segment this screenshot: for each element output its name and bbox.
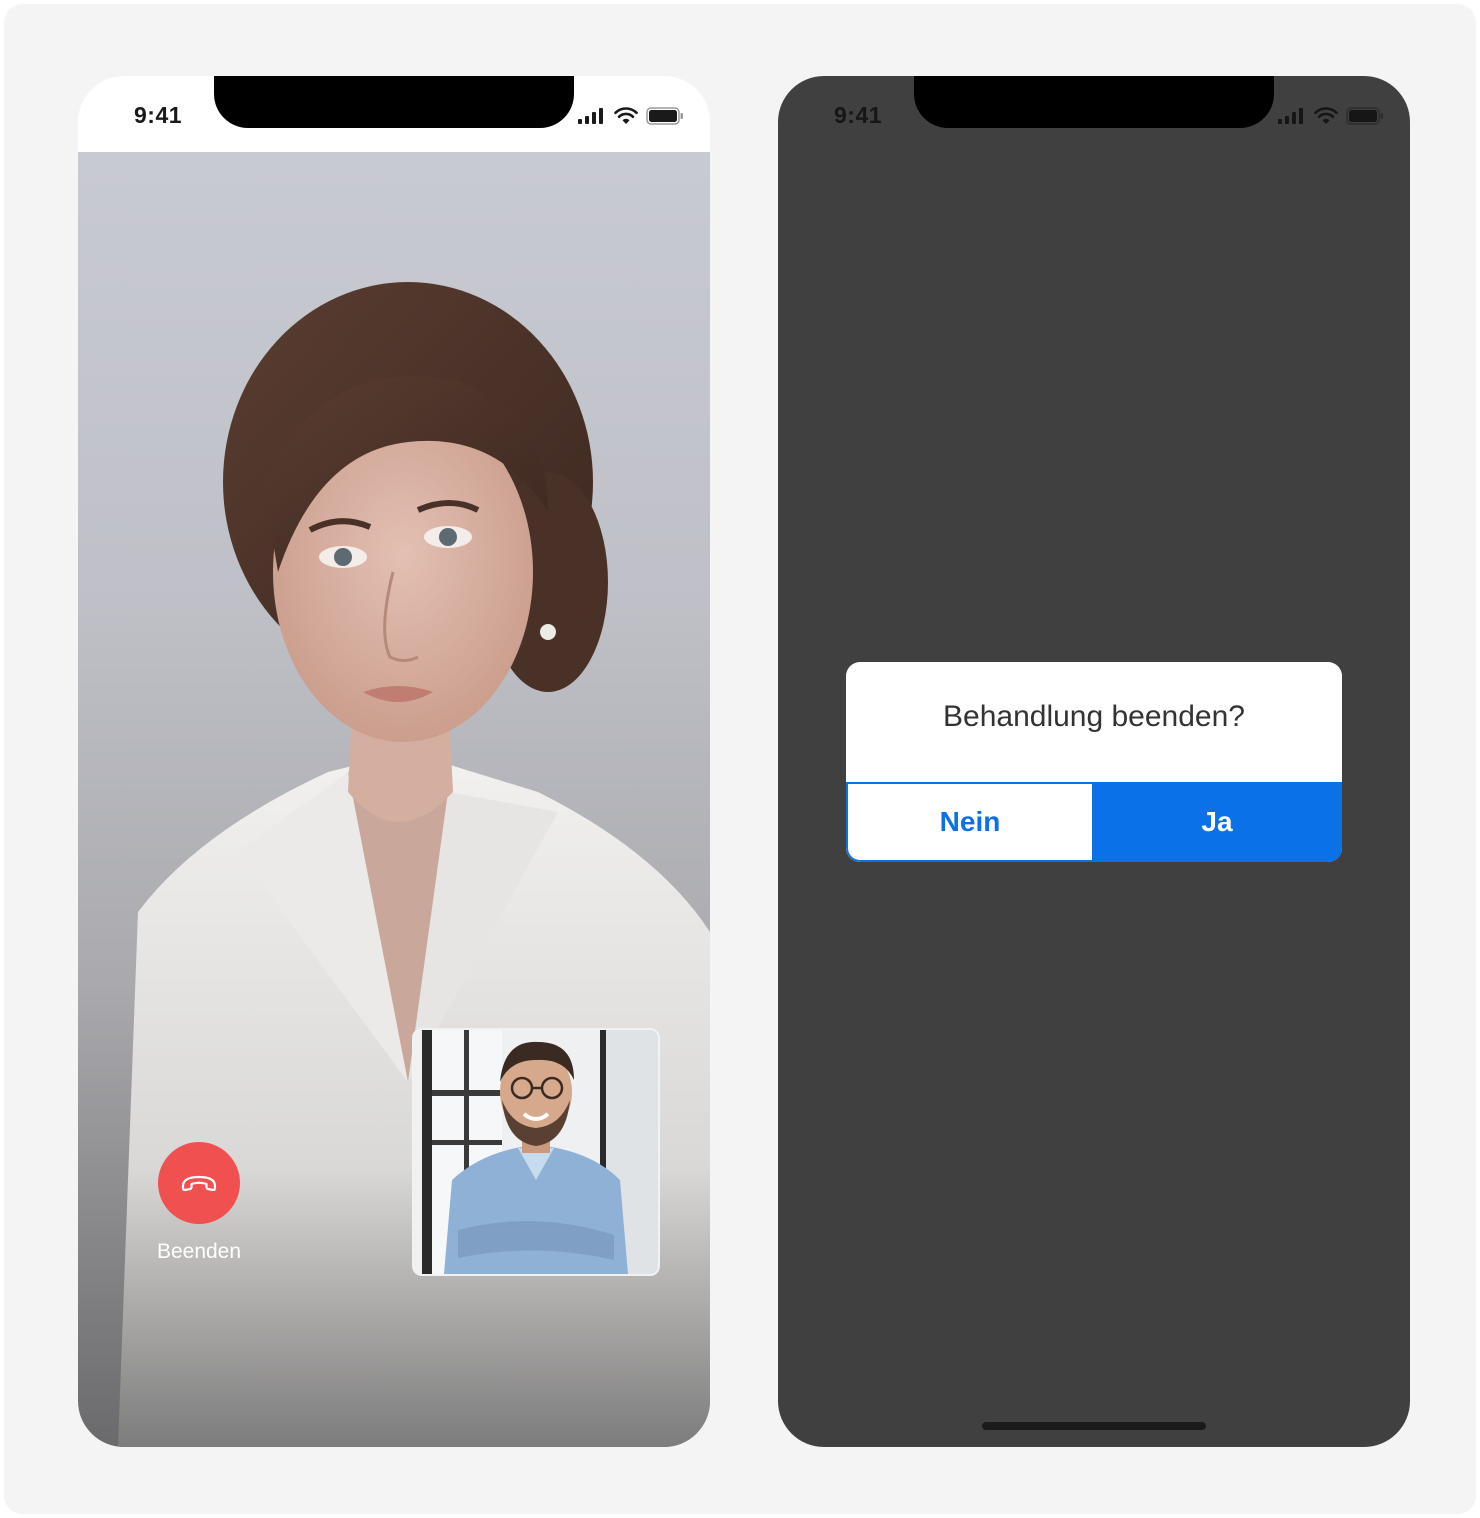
device-notch [914, 76, 1274, 128]
status-time: 9:41 [134, 102, 183, 128]
no-button[interactable]: Nein [846, 784, 1092, 862]
end-call-button[interactable] [158, 1142, 240, 1224]
home-indicator[interactable] [982, 1422, 1206, 1430]
phone-end-confirmation: 9:41 Behandlung beenden? Nein Ja [778, 76, 1410, 1447]
status-icons [578, 106, 684, 126]
dialog-title: Behandlung beenden? [943, 700, 1245, 733]
cellular-signal-icon [578, 108, 603, 124]
phone-video-call: 9:41 Beenden [78, 76, 710, 1447]
presentation-canvas: 9:41 Beenden 9:41 Behandlung beenden? Ne… [4, 4, 1476, 1514]
device-notch [214, 76, 574, 128]
cellular-signal-icon [1278, 108, 1303, 124]
battery-icon [646, 107, 683, 125]
wifi-icon [1314, 107, 1338, 124]
local-participant-portrait [414, 1030, 658, 1274]
yes-button[interactable]: Ja [1092, 782, 1342, 862]
status-time: 9:41 [834, 102, 883, 128]
self-view-pip[interactable] [412, 1028, 660, 1276]
wifi-icon [614, 107, 638, 124]
end-call-label: Beenden [156, 1240, 242, 1263]
battery-icon [1346, 107, 1383, 125]
remote-video-feed: Beenden [78, 152, 710, 1447]
status-icons [1278, 106, 1384, 126]
phone-hangup-icon [181, 1175, 217, 1192]
end-treatment-dialog: Behandlung beenden? Nein Ja [846, 662, 1342, 862]
